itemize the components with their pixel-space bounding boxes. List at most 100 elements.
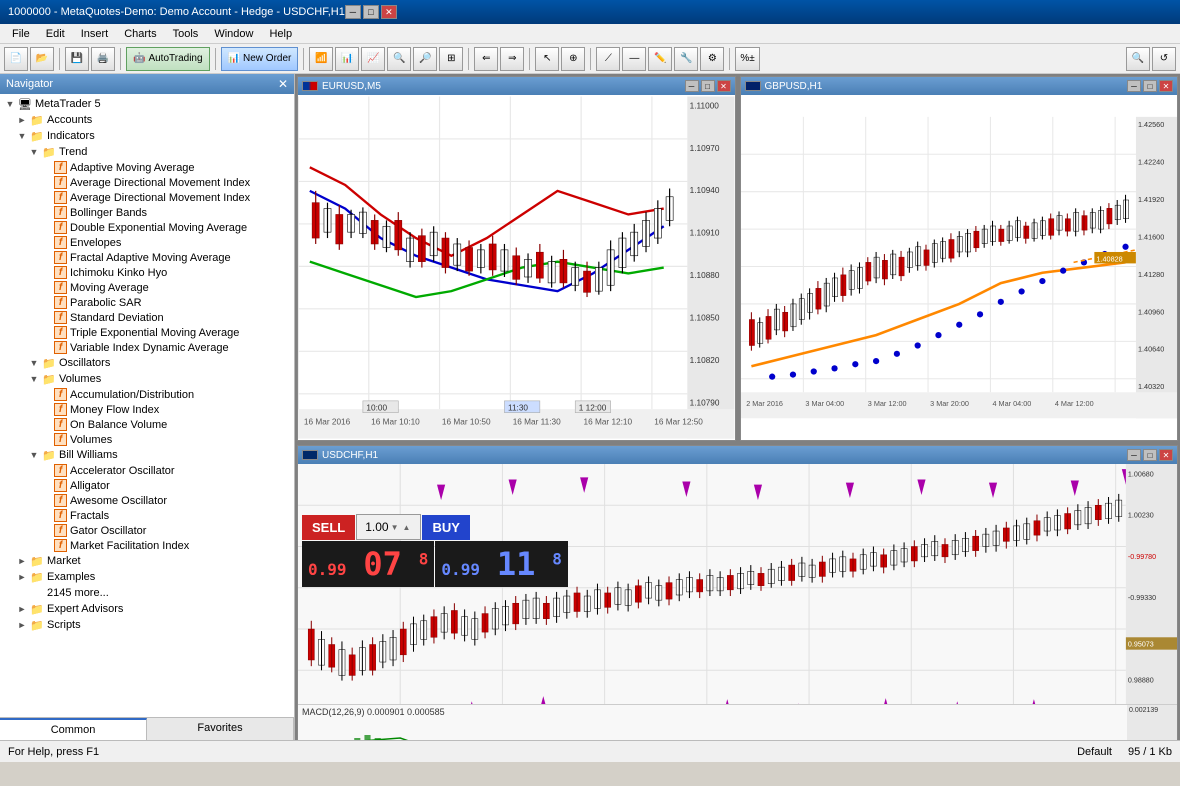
- navigator-close-button[interactable]: ✕: [278, 77, 288, 91]
- maximize-button[interactable]: □: [363, 5, 379, 19]
- tree-item-market-facilitation[interactable]: fMarket Facilitation Index: [2, 538, 292, 553]
- autotrading-button[interactable]: 🤖 AutoTrading: [126, 47, 210, 71]
- chart-usdchf-close[interactable]: ✕: [1159, 449, 1173, 461]
- nav-tab-common[interactable]: Common: [0, 718, 147, 740]
- tree-item-fractal-ama[interactable]: fFractal Adaptive Moving Average: [2, 250, 292, 265]
- tree-item-std-dev[interactable]: fStandard Deviation: [2, 310, 292, 325]
- toolbar-crosshair[interactable]: ⊕: [561, 47, 585, 71]
- chart-gbpusd-minimize[interactable]: ─: [1127, 80, 1141, 92]
- menu-window[interactable]: Window: [206, 26, 261, 42]
- tree-item-expert-advisors[interactable]: ►📁Expert Advisors: [2, 601, 292, 617]
- tree-item-bill-williams[interactable]: ▼📁Bill Williams: [2, 447, 292, 463]
- chart-usdchf-main[interactable]: SELL 1.00 ▼ ▲ BUY 0.99 07: [298, 464, 1177, 740]
- tree-item-accum-dist[interactable]: fAccumulation/Distribution: [2, 387, 292, 402]
- tree-item-examples[interactable]: ►📁Examples: [2, 569, 292, 585]
- chart-eurusd-close[interactable]: ✕: [717, 80, 731, 92]
- tree-item-ichimoku[interactable]: fIchimoku Kinko Hyo: [2, 265, 292, 280]
- tree-expand-mfi: [40, 404, 52, 416]
- chart-eurusd-body[interactable]: 1.11000 1.10970 1.10940 1.10910 1.10880 …: [298, 95, 735, 440]
- tree-item-fractals[interactable]: fFractals: [2, 508, 292, 523]
- tree-item-parabolic-sar[interactable]: fParabolic SAR: [2, 295, 292, 310]
- toolbar-scroll-left[interactable]: ⇐: [474, 47, 498, 71]
- tree-item-on-balance[interactable]: fOn Balance Volume: [2, 417, 292, 432]
- tree-item-admi2[interactable]: fAverage Directional Movement Index: [2, 190, 292, 205]
- svg-text:1.40960: 1.40960: [1138, 307, 1164, 316]
- tree-item-tema[interactable]: fTriple Exponential Moving Average: [2, 325, 292, 340]
- tree-item-oscillators[interactable]: ▼📁Oscillators: [2, 355, 292, 371]
- toolbar-search[interactable]: 🔍: [1126, 47, 1150, 71]
- tree-expand-bill-williams: ▼: [28, 449, 40, 461]
- tree-icon-acc-osc: f: [54, 464, 67, 477]
- tree-item-vidya[interactable]: fVariable Index Dynamic Average: [2, 340, 292, 355]
- tree-item-adaptive-ma[interactable]: fAdaptive Moving Average: [2, 160, 292, 175]
- tree-item-envelopes[interactable]: fEnvelopes: [2, 235, 292, 250]
- chart-usdchf-minimize[interactable]: ─: [1127, 449, 1141, 461]
- tree-item-more[interactable]: 2145 more...: [2, 585, 292, 601]
- toolbar-cursor[interactable]: ↖: [535, 47, 559, 71]
- navigator-tree[interactable]: ▼🖥MetaTrader 5►📁Accounts▼📁Indicators▼📁Tr…: [0, 94, 294, 717]
- chart-gbpusd-maximize[interactable]: □: [1143, 80, 1157, 92]
- svg-text:-0.99330: -0.99330: [1128, 594, 1156, 602]
- close-button[interactable]: ✕: [381, 5, 397, 19]
- menu-insert[interactable]: Insert: [73, 26, 117, 42]
- toolbar-indicators[interactable]: 🔧: [674, 47, 698, 71]
- tree-item-admi1[interactable]: fAverage Directional Movement Index: [2, 175, 292, 190]
- sell-button[interactable]: SELL: [302, 515, 355, 540]
- toolbar-line[interactable]: ⟋: [596, 47, 620, 71]
- qty-up-arrow[interactable]: ▲: [401, 523, 413, 532]
- tree-item-accounts[interactable]: ►📁Accounts: [2, 112, 292, 128]
- toolbar-hline[interactable]: —: [622, 47, 646, 71]
- tree-item-dema[interactable]: fDouble Exponential Moving Average: [2, 220, 292, 235]
- toolbar-percent[interactable]: %±: [735, 47, 759, 71]
- tree-icon-moving-avg: f: [54, 281, 67, 294]
- tree-item-awesome-osc[interactable]: fAwesome Oscillator: [2, 493, 292, 508]
- nav-tab-favorites[interactable]: Favorites: [147, 718, 294, 740]
- toolbar-new[interactable]: 📄: [4, 47, 28, 71]
- tree-item-trend[interactable]: ▼📁Trend: [2, 144, 292, 160]
- menu-charts[interactable]: Charts: [116, 26, 164, 42]
- toolbar-open[interactable]: 📂: [30, 47, 54, 71]
- tree-item-alligator[interactable]: fAlligator: [2, 478, 292, 493]
- toolbar-settings[interactable]: ⚙: [700, 47, 724, 71]
- tree-item-moving-avg[interactable]: fMoving Average: [2, 280, 292, 295]
- toolbar-chart-line[interactable]: 📈: [361, 47, 385, 71]
- new-order-button[interactable]: 📊 New Order: [221, 47, 299, 71]
- toolbar-draw[interactable]: ✏️: [648, 47, 672, 71]
- menu-file[interactable]: File: [4, 26, 38, 42]
- chart-gbpusd-close[interactable]: ✕: [1159, 80, 1173, 92]
- tree-icon-admi2: f: [54, 191, 67, 204]
- toolbar-zoom-out[interactable]: 🔎: [413, 47, 437, 71]
- minimize-button[interactable]: ─: [345, 5, 361, 19]
- tree-item-indicators[interactable]: ▼📁Indicators: [2, 128, 292, 144]
- toolbar-undo[interactable]: ↺: [1152, 47, 1176, 71]
- chart-gbpusd-body[interactable]: 1.40828 1.42560 1.42240 1.41920 1.41600 …: [741, 95, 1178, 440]
- chart-eurusd-maximize[interactable]: □: [701, 80, 715, 92]
- tree-item-scripts[interactable]: ►📁Scripts: [2, 617, 292, 633]
- tree-item-mfi[interactable]: fMoney Flow Index: [2, 402, 292, 417]
- tree-item-gator[interactable]: fGator Oscillator: [2, 523, 292, 538]
- tree-icon-std-dev: f: [54, 311, 67, 324]
- tree-item-acc-osc[interactable]: fAccelerator Oscillator: [2, 463, 292, 478]
- chart-eurusd-minimize[interactable]: ─: [685, 80, 699, 92]
- tree-item-market[interactable]: ►📁Market: [2, 553, 292, 569]
- toolbar-scroll-right[interactable]: ⇒: [500, 47, 524, 71]
- navigator-title: Navigator: [6, 78, 53, 90]
- toolbar-save[interactable]: 💾: [65, 47, 89, 71]
- toolbar-print[interactable]: 🖨️: [91, 47, 115, 71]
- buy-button[interactable]: BUY: [422, 515, 469, 540]
- tree-item-bollinger[interactable]: fBollinger Bands: [2, 205, 292, 220]
- toolbar-fit[interactable]: ⊞: [439, 47, 463, 71]
- menu-help[interactable]: Help: [261, 26, 300, 42]
- tree-expand-more: [16, 587, 28, 599]
- toolbar-zoom-in[interactable]: 🔍: [387, 47, 411, 71]
- tree-item-volumes-group[interactable]: ▼📁Volumes: [2, 371, 292, 387]
- chart-usdchf-maximize[interactable]: □: [1143, 449, 1157, 461]
- tree-label-alligator: Alligator: [70, 480, 110, 492]
- qty-down-arrow[interactable]: ▼: [389, 523, 401, 532]
- tree-item-volumes[interactable]: fVolumes: [2, 432, 292, 447]
- tree-item-metatrader5[interactable]: ▼🖥MetaTrader 5: [2, 96, 292, 112]
- menu-edit[interactable]: Edit: [38, 26, 73, 42]
- toolbar-chart-bar[interactable]: 📶: [309, 47, 333, 71]
- toolbar-chart-candle[interactable]: 📊: [335, 47, 359, 71]
- menu-tools[interactable]: Tools: [165, 26, 207, 42]
